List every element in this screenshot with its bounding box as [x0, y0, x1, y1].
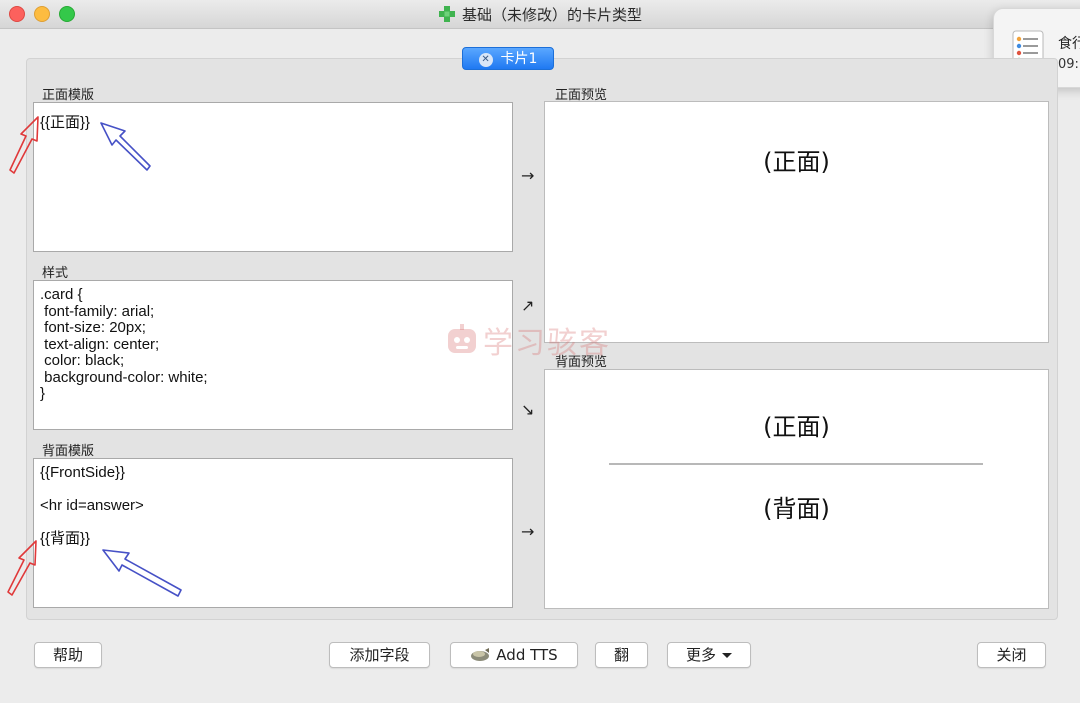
flip-button[interactable]: 翻: [595, 642, 648, 668]
window-title: 基础（未修改）的卡片类型: [461, 6, 642, 24]
back-preview-front-text: (正面): [763, 413, 830, 441]
front-preview-text: (正面): [763, 148, 830, 176]
back-arrow: →: [521, 522, 535, 541]
more-button[interactable]: 更多: [667, 642, 751, 668]
back-template-label: 背面模版: [42, 444, 95, 459]
back-template-editor[interactable]: {{FrontSide}} <hr id=answer> {{背面}}: [33, 458, 513, 608]
robot-icon: [445, 323, 479, 365]
more-label: 更多: [685, 646, 716, 664]
answer-divider: [609, 463, 983, 465]
notification-time: 09:: [1058, 57, 1079, 72]
chevron-down-icon: [722, 653, 732, 658]
help-button[interactable]: 帮助: [34, 642, 102, 668]
watermark-text: 学习骇客: [483, 326, 611, 361]
tab-card-1[interactable]: ✕ 卡片1: [462, 47, 554, 70]
style-down-arrow: ↘: [521, 400, 535, 419]
tab-label: 卡片1: [500, 51, 538, 67]
notification-title: 食行: [1058, 36, 1080, 52]
style-up-arrow: ↗: [521, 296, 535, 315]
front-template-editor[interactable]: {{正面}}: [33, 102, 513, 252]
back-preview: (正面) (背面): [544, 369, 1049, 609]
back-preview-back-text: (背面): [763, 495, 830, 523]
front-template-label: 正面模版: [42, 88, 95, 103]
add-tts-label: Add TTS: [496, 646, 558, 664]
front-arrow: →: [521, 166, 535, 185]
styling-editor[interactable]: .card { font-family: arial; font-size: 2…: [33, 280, 513, 430]
speaker-icon: [470, 646, 490, 670]
close-button[interactable]: 关闭: [977, 642, 1046, 668]
close-icon[interactable]: ✕: [478, 53, 493, 67]
green-plus-icon: [438, 5, 456, 27]
add-field-button[interactable]: 添加字段: [329, 642, 430, 668]
title-bar: 基础（未修改）的卡片类型: [0, 0, 1080, 29]
front-preview: (正面): [544, 101, 1049, 343]
watermark: 学习骇客: [445, 318, 611, 365]
add-tts-button[interactable]: Add TTS: [450, 642, 578, 668]
styling-label: 样式: [42, 266, 69, 281]
